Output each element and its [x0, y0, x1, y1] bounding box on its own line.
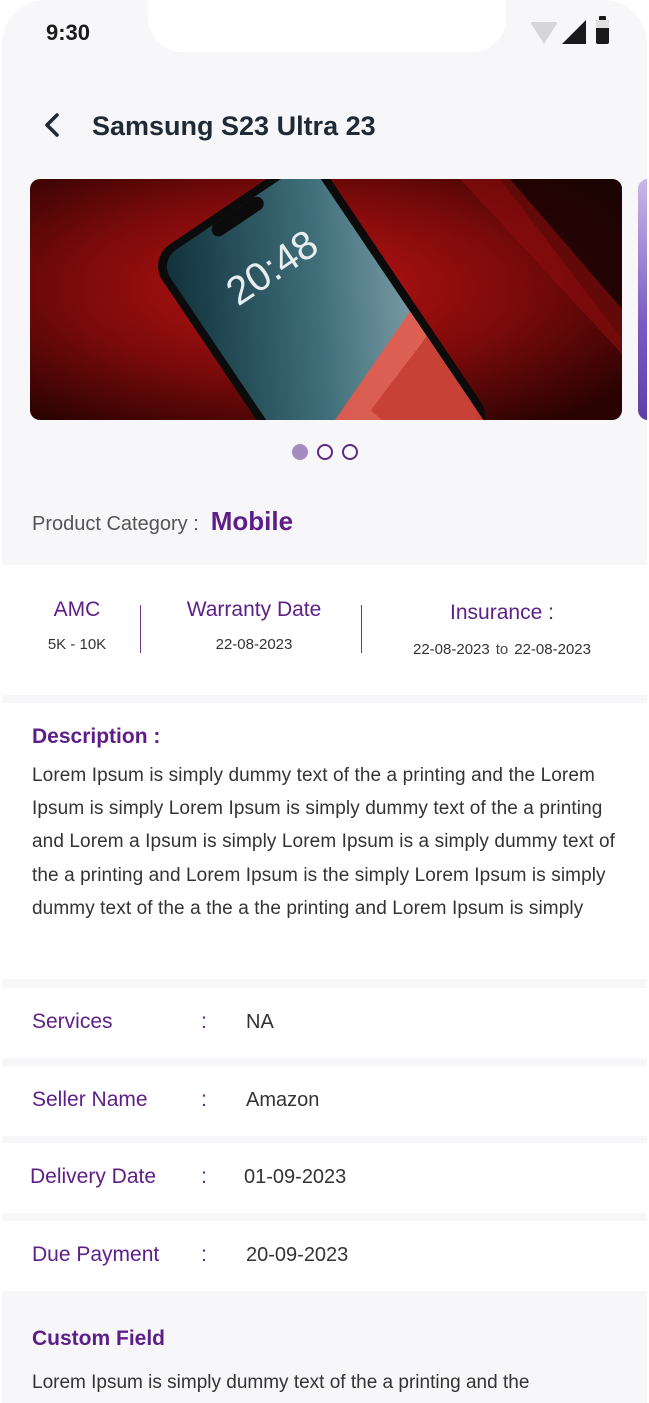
carousel-pagination — [292, 444, 358, 460]
product-image-carousel[interactable]: 20:48 — [30, 179, 622, 420]
detail-colon: : — [201, 1165, 207, 1188]
wifi-icon — [530, 22, 558, 44]
insurance-to-word: to — [495, 641, 509, 658]
detail-colon: : — [201, 1088, 207, 1111]
divider — [140, 605, 141, 653]
insurance-label: Insurance : — [450, 601, 554, 624]
description-body: Lorem Ipsum is simply dummy text of the … — [32, 765, 616, 919]
carousel-dot-2[interactable] — [317, 444, 333, 460]
coverage-summary-card: AMC 5K - 10K Warranty Date 22-08-2023 In… — [2, 565, 647, 695]
detail-row-services: Services : NA — [2, 988, 647, 1058]
description-section: Description : Lorem Ipsum is simply dumm… — [2, 703, 647, 979]
detail-row-delivery-date: Delivery Date : 01-09-2023 — [2, 1143, 647, 1213]
next-slide-peek[interactable] — [638, 179, 647, 420]
detail-row-seller-name: Seller Name : Amazon — [2, 1066, 647, 1136]
insurance-range: 22-08-2023 to 22-08-2023 — [384, 641, 620, 658]
battery-icon — [596, 16, 609, 44]
amc-value: 5K - 10K — [47, 636, 107, 653]
detail-label: Due Payment — [32, 1243, 160, 1266]
divider — [361, 605, 362, 653]
product-category-label: Product Category : — [32, 513, 199, 535]
back-button[interactable] — [38, 110, 68, 140]
carousel-dot-3[interactable] — [342, 444, 358, 460]
status-time: 9:30 — [46, 20, 91, 45]
carousel-dot-1[interactable] — [292, 444, 308, 460]
insurance-to: 22-08-2023 — [514, 641, 591, 658]
detail-row-due-payment: Due Payment : 20-09-2023 — [2, 1221, 647, 1291]
warranty-value: 22-08-2023 — [215, 636, 293, 653]
detail-value: NA — [246, 1011, 274, 1033]
custom-field-title: Custom Field — [32, 1327, 166, 1350]
phone-screen: 9:30 Samsung S23 Ultra 23 20:48 Product … — [2, 0, 647, 1403]
page-title: Samsung S23 Ultra 23 — [92, 111, 376, 141]
product-image: 20:48 — [30, 179, 622, 420]
notch — [148, 0, 506, 52]
product-category: Product Category : Mobile — [32, 506, 293, 537]
cell-signal-icon — [562, 20, 586, 44]
detail-label: Delivery Date — [30, 1165, 157, 1188]
custom-field-body: Lorem Ipsum is simply dummy text of the … — [32, 1372, 530, 1393]
detail-label: Services — [32, 1010, 113, 1033]
detail-value: 01-09-2023 — [244, 1166, 347, 1188]
amc-column: AMC 5K - 10K — [40, 598, 114, 653]
detail-colon: : — [201, 1243, 207, 1266]
product-category-value: Mobile — [210, 506, 294, 536]
description-title: Description : — [32, 725, 161, 748]
status-icons — [530, 16, 609, 44]
insurance-from: 22-08-2023 — [413, 641, 490, 658]
insurance-column: Insurance : 22-08-2023 to 22-08-2023 — [384, 598, 620, 658]
detail-value: 20-09-2023 — [246, 1244, 349, 1266]
warranty-label: Warranty Date — [186, 598, 322, 621]
chevron-left-icon — [45, 113, 59, 137]
detail-value: Amazon — [246, 1089, 320, 1111]
amc-label: AMC — [53, 598, 101, 621]
detail-colon: : — [201, 1010, 207, 1033]
detail-label: Seller Name — [32, 1088, 148, 1111]
warranty-column: Warranty Date 22-08-2023 — [165, 598, 343, 653]
